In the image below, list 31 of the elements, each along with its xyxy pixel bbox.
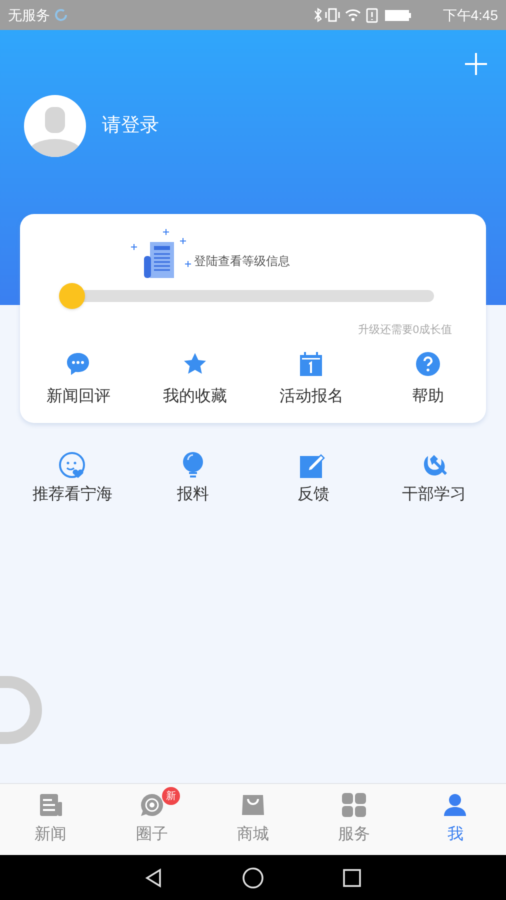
shortcut-button[interactable]: 推荐看宁海 xyxy=(12,450,132,506)
clock-text: 下午4:45 xyxy=(442,6,498,24)
calendar-icon xyxy=(299,350,324,376)
chat-target-icon xyxy=(138,792,165,818)
carrier-text: 无服务 xyxy=(8,6,50,24)
star-icon xyxy=(182,350,208,376)
shortcut-button[interactable]: 干部学习 xyxy=(374,450,494,506)
grid-icon xyxy=(341,792,368,818)
login-level-message: 登陆查看等级信息 xyxy=(194,253,290,270)
home-icon[interactable] xyxy=(242,866,264,888)
avatar-silhouette[interactable] xyxy=(24,95,86,157)
plus-icon[interactable] xyxy=(464,52,488,76)
tab-item[interactable]: 我 xyxy=(404,784,506,855)
chat-bubble-icon xyxy=(65,350,92,376)
card-action-button[interactable]: 新闻回评 xyxy=(20,350,136,408)
sync-icon xyxy=(54,8,68,22)
recent-apps-icon[interactable] xyxy=(342,868,362,888)
card-action-button[interactable]: 我的收藏 xyxy=(136,350,253,408)
new-badge: 新 xyxy=(162,787,180,805)
upgrade-hint: 升级还需要0成长值 xyxy=(358,323,452,338)
light-bulb-icon xyxy=(180,450,205,478)
shortcut-button[interactable]: 报料 xyxy=(132,450,253,506)
back-icon[interactable] xyxy=(144,868,164,888)
card-action-button[interactable]: 活动报名 xyxy=(253,350,370,408)
newspaper-sparkle-icon xyxy=(128,228,194,280)
newspaper-icon xyxy=(38,792,64,818)
question-mark-icon xyxy=(414,350,441,376)
person-icon xyxy=(442,792,468,818)
shortcut-button[interactable]: 反馈 xyxy=(253,450,374,506)
shopping-bag-icon xyxy=(240,792,266,818)
card-action-button[interactable]: 帮助 xyxy=(370,350,486,408)
